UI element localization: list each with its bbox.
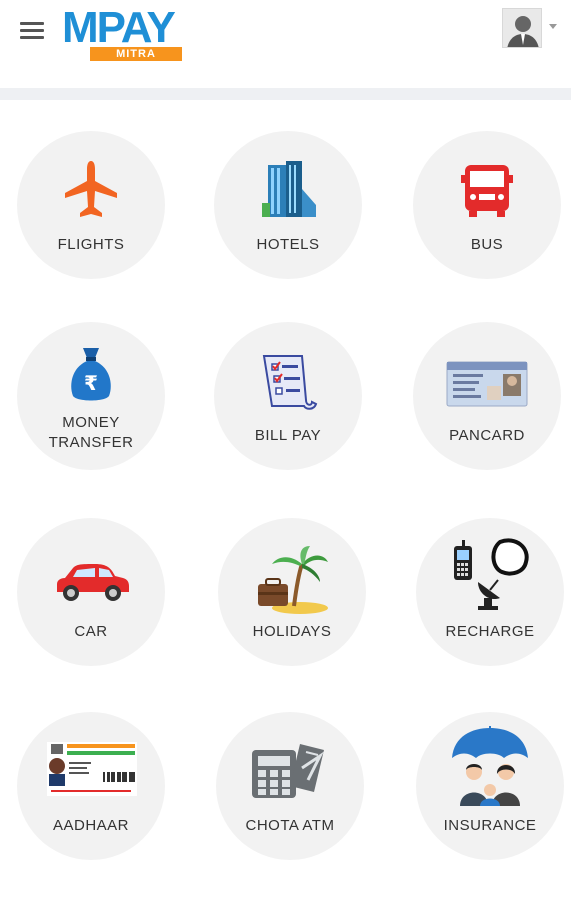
service-label: HOLIDAYS	[252, 623, 332, 640]
service-holidays[interactable]: HOLIDAYS	[218, 518, 366, 666]
app-header: MPAY MITRA	[0, 0, 571, 88]
service-label: BILL PAY	[254, 427, 322, 444]
aadhaar-card-icon	[45, 738, 139, 798]
airplane-icon	[61, 159, 121, 219]
car-icon	[51, 546, 131, 606]
phone-dish-icon	[450, 536, 532, 610]
header-divider	[0, 88, 571, 100]
service-label: CAR	[74, 623, 108, 640]
service-chota-atm[interactable]: CHOTA ATM	[216, 712, 364, 860]
bill-checklist-icon	[258, 350, 318, 410]
chevron-down-icon[interactable]	[549, 24, 557, 29]
service-label: HOTELS	[256, 236, 320, 253]
service-label: CHOTA ATM	[245, 817, 335, 834]
service-flights[interactable]: FLIGHTS	[17, 131, 165, 279]
service-label: RECHARGE	[445, 623, 535, 640]
service-pancard[interactable]: PANCARD	[413, 322, 561, 470]
logo-subtitle: MITRA	[90, 47, 182, 61]
user-avatar-icon[interactable]	[502, 8, 542, 48]
hotel-building-icon	[258, 159, 318, 219]
service-label: FLIGHTS	[57, 236, 125, 253]
service-bill-pay[interactable]: BILL PAY	[214, 322, 362, 470]
service-bus[interactable]: BUS	[413, 131, 561, 279]
umbrella-family-icon	[448, 726, 532, 806]
service-label: AADHAAR	[52, 817, 130, 834]
service-label: PANCARD	[449, 427, 525, 444]
service-label: INSURANCE	[443, 817, 537, 834]
service-hotels[interactable]: HOTELS	[214, 131, 362, 279]
mpay-mitra-logo[interactable]: MPAY MITRA	[62, 3, 194, 61]
service-money-transfer[interactable]: ₹ MONEY TRANSFER	[17, 322, 165, 470]
service-label: BUS	[470, 236, 504, 253]
svg-text:₹: ₹	[84, 371, 98, 395]
bus-icon	[457, 159, 517, 219]
palm-tree-luggage-icon	[254, 546, 330, 614]
logo-wordmark: MPAY	[62, 3, 176, 52]
service-recharge[interactable]: RECHARGE	[416, 518, 564, 666]
service-insurance[interactable]: INSURANCE	[416, 712, 564, 860]
pan-card-icon	[445, 350, 529, 410]
hamburger-menu-icon[interactable]	[20, 22, 46, 42]
calculator-card-icon	[250, 740, 330, 800]
service-aadhaar[interactable]: AADHAAR	[17, 712, 165, 860]
money-bag-icon: ₹	[61, 344, 121, 404]
service-car[interactable]: CAR	[17, 518, 165, 666]
service-label: MONEY TRANSFER	[48, 414, 134, 451]
